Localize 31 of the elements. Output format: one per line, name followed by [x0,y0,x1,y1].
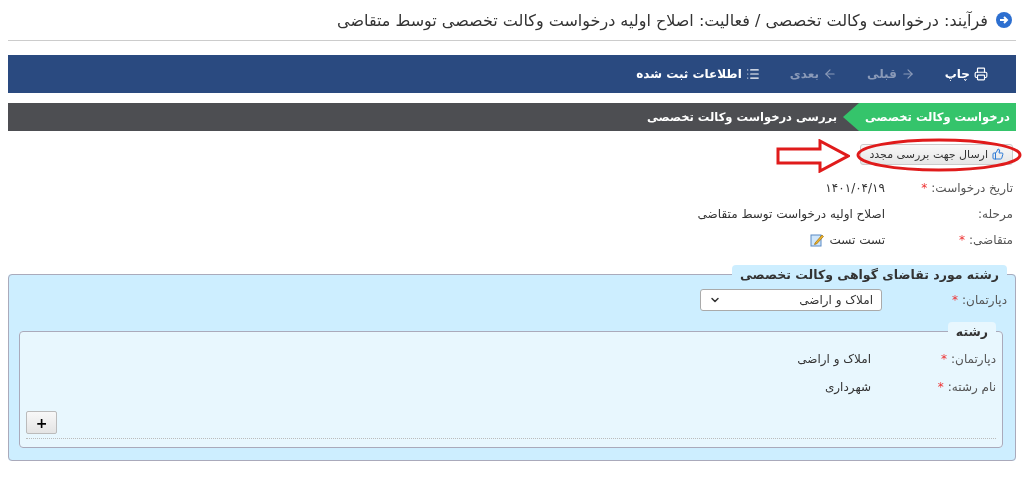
field-value: شهرداری [824,380,871,394]
field-label: متقاضی: [969,233,1013,247]
arrow-left-icon [823,67,837,81]
required-mark: * [941,352,948,366]
section-title: رشته مورد تقاضای گواهی وکالت تخصصی [731,265,1007,284]
arrow-circle-icon [996,12,1012,28]
thumbs-up-icon [992,148,1004,160]
list-icon [745,67,760,81]
toolbar-button[interactable]: چاپ [944,67,988,81]
field-label: تاریخ درخواست: [931,181,1013,195]
breadcrumb-step[interactable]: بررسی درخواست وکالت تخصصی [640,103,843,131]
field-label: نام رشته: [947,380,996,394]
field-label: مرحله: [978,207,1013,221]
department-select[interactable]: املاک و اراضی [700,289,882,311]
toolbar-button[interactable]: اطلاعات ثبت شده [636,67,760,81]
edit-icon[interactable] [809,233,824,247]
required-mark: * [952,293,959,307]
field-label: دپارتمان: [951,352,996,366]
required-mark: * [937,380,944,394]
required-mark: * [959,233,965,247]
field-value: املاک و اراضی [797,352,871,366]
field-value: ۱۴۰۱/۰۴/۱۹ [825,181,885,195]
subsection-title: رشته [947,322,996,341]
field-label: دپارتمان: [962,293,1007,307]
required-mark: * [921,181,928,195]
resubmit-button[interactable]: ارسال جهت بررسی مجدد [860,143,1013,165]
add-button[interactable]: + [26,411,57,434]
field-value: تست تست [829,233,885,247]
field-value: اصلاح اولیه درخواست توسط متقاضی [697,207,885,221]
page-title: فرآیند: درخواست وکالت تخصصی / فعالیت: اصلاح اولیه درخواست وکالت تخصصی توسط متقاضی [337,10,988,30]
printer-icon [974,67,988,81]
